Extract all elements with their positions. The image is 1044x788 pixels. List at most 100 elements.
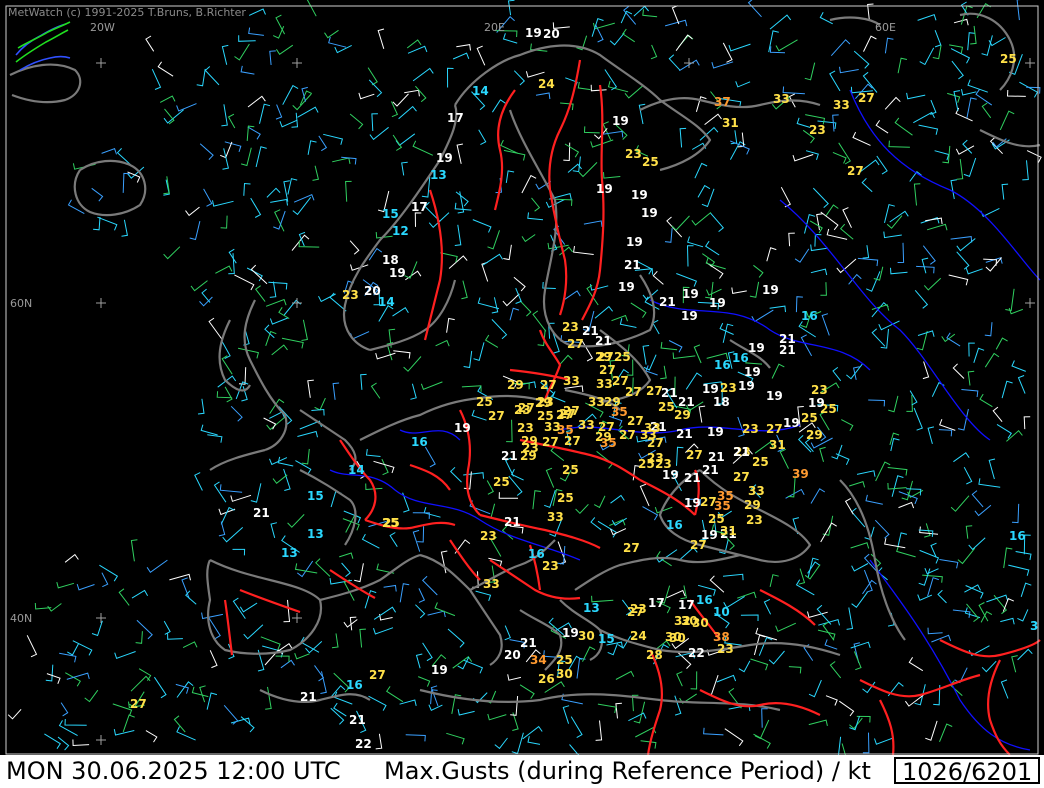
gust-label: 15 (307, 489, 324, 503)
gust-label: 18 (713, 395, 730, 409)
gust-label: 21 (253, 506, 270, 520)
gust-label: 31 (722, 116, 739, 130)
gust-label: 17 (411, 200, 428, 214)
gust-label: 31 (720, 524, 737, 538)
gust-label: 27 (130, 697, 147, 711)
gust-label: 26 (538, 672, 555, 686)
gust-label: 29 (520, 449, 537, 463)
gust-label: 29 (806, 428, 823, 442)
station-count: 1026/6201 (894, 757, 1040, 786)
gust-label: 24 (630, 629, 647, 643)
gust-label: 16 (346, 678, 363, 692)
gust-label: 19 (783, 416, 800, 430)
gust-label: 21 (659, 295, 676, 309)
gust-label: 22 (688, 646, 705, 660)
gust-label: 37 (714, 95, 731, 109)
gust-label: 27 (619, 428, 636, 442)
gust-label: 23 (342, 288, 359, 302)
gust-label: 19 (562, 626, 579, 640)
gust-label: 23 (720, 381, 737, 395)
gust-label: 16 (411, 435, 428, 449)
gust-label: 39 (792, 467, 809, 481)
gust-label: 19 (596, 182, 613, 196)
gust-label: 21 (624, 258, 641, 272)
gust-label: 33 (596, 377, 613, 391)
gust-label: 21 (702, 463, 719, 477)
gust-label: 23 (625, 147, 642, 161)
weather-map: 20W 20E 60E 60N 40N 19 202414171913171512… (0, 0, 1044, 755)
gust-label: 34 (530, 653, 547, 667)
gust-label: 33 (547, 510, 564, 524)
lon-label-20w: 20W (90, 21, 115, 34)
gust-label: 16 (696, 593, 713, 607)
gust-label: 21 (676, 427, 693, 441)
gust-label: 20 (504, 648, 521, 662)
gust-label: 19 (702, 382, 719, 396)
gust-label: 19 (701, 528, 718, 542)
gust-label: 15 (598, 632, 615, 646)
gust-label: 35 (714, 499, 731, 513)
lat-label-60n: 60N (10, 297, 32, 310)
gust-label: 33 (588, 395, 605, 409)
parameter-title: Max.Gusts (during Reference Period) / kt (384, 757, 871, 785)
gust-label: 25 (642, 155, 659, 169)
gust-label: 29 (595, 430, 612, 444)
gust-label: 27 (369, 668, 386, 682)
gust-label: 19 (808, 396, 825, 410)
gust-label: 30 (556, 667, 573, 681)
gust-label: 19 (618, 280, 635, 294)
gust-label: 17 (678, 598, 695, 612)
gust-label: 23 (647, 451, 664, 465)
gust-label: 14 (378, 295, 395, 309)
gust-label: 19 (766, 389, 783, 403)
gust-label: 19 (682, 287, 699, 301)
gust-label: 32 (674, 614, 691, 628)
gust-label: 27 (567, 337, 584, 351)
gust-label: 25 (493, 475, 510, 489)
gust-label: 25 (557, 491, 574, 505)
gust-label: 22 (355, 737, 372, 751)
gust-label: 33 (578, 418, 595, 432)
gust-label: 25 (614, 350, 631, 364)
gust-label: 33 (833, 98, 850, 112)
gust-label: 29 (674, 408, 691, 422)
gust-label: 13 (430, 168, 447, 182)
gust-label: 19 (641, 206, 658, 220)
gust-label: 29 (595, 350, 612, 364)
gust-label: 28 (646, 648, 663, 662)
gust-label: 16 (1009, 529, 1026, 543)
gust-label: 27 (540, 378, 557, 392)
gust-label: 23 (809, 123, 826, 137)
gust-label: 33 (773, 92, 790, 106)
gust-label: 14 (348, 463, 365, 477)
gust-label: 19 (744, 365, 761, 379)
gust-label: 14 (472, 84, 489, 98)
gust-label: 30 (578, 629, 595, 643)
gust-label: 17 (648, 596, 665, 610)
gust-label: 27 (564, 434, 581, 448)
gust-label: 16 (666, 518, 683, 532)
gust-label: 25 (658, 400, 675, 414)
gust-label: 27 (647, 436, 664, 450)
gust-label: 30 (692, 616, 709, 630)
gust-label: 19 (662, 468, 679, 482)
gust-label: 19 (709, 296, 726, 310)
lon-label-60e: 60E (875, 21, 896, 34)
gust-label: 18 (382, 253, 399, 267)
gust-label: 23 (742, 422, 759, 436)
gust-label: 27 (488, 409, 505, 423)
lat-label-40n: 40N (10, 612, 32, 625)
gust-label: 20 (543, 27, 560, 41)
gust-label: 15 (382, 207, 399, 221)
gust-label: 19 (707, 425, 724, 439)
gust-label: 35 (611, 405, 628, 419)
status-bar: MON 30.06.2025 12:00 UTC Max.Gusts (duri… (0, 755, 1044, 788)
credit-text: MetWatch (c) 1991-2025 T.Bruns, B.Richte… (8, 6, 246, 19)
lon-label-20e: 20E (484, 21, 505, 34)
gust-label: 25 (801, 411, 818, 425)
gust-label: 27 (623, 541, 640, 555)
gust-label: 19 (681, 309, 698, 323)
gust-label: 27 (542, 435, 559, 449)
gust-label: 23 (517, 421, 534, 435)
gust-label: 19 (612, 114, 629, 128)
